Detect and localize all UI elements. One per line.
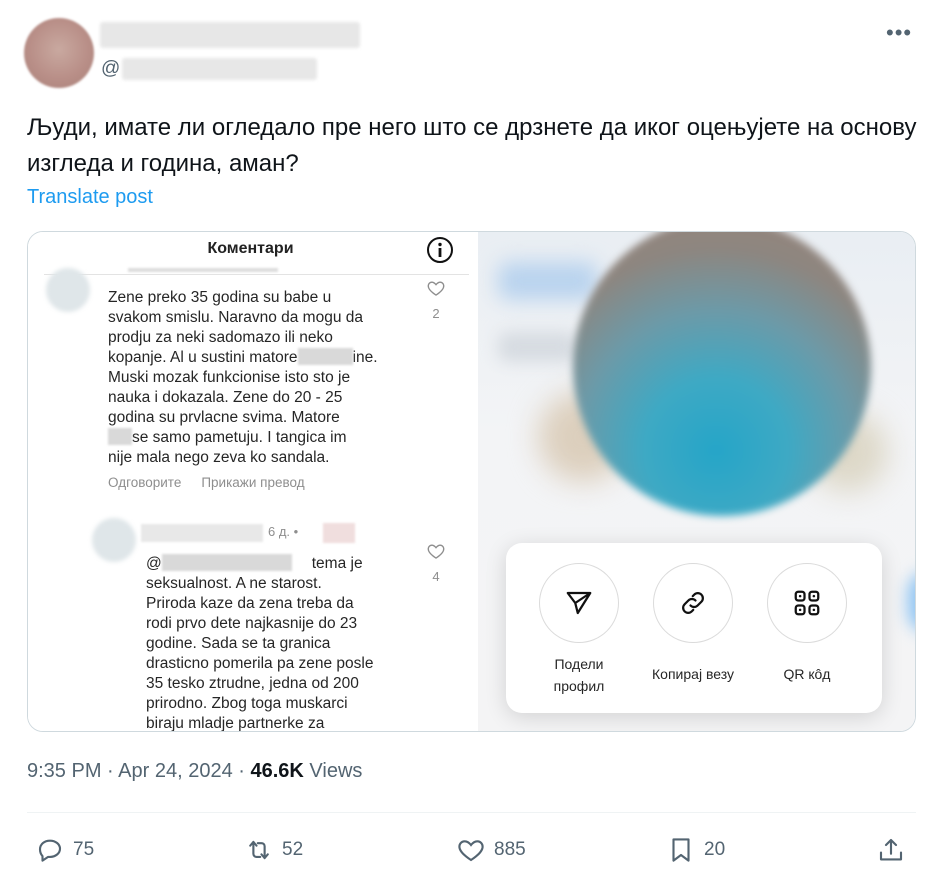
comment-text-part: tema je: [311, 555, 363, 572]
comment-text-part: se samo pametuju. I tangica im nije mala…: [108, 429, 347, 466]
commenter-avatar: [92, 518, 136, 562]
tweet-text: Људи, имате ли огледало пре него што се …: [27, 114, 917, 177]
share-profile-label: Подели профил: [524, 653, 634, 697]
share-profile-label-line2: профил: [553, 678, 605, 694]
author-handle[interactable]: @: [101, 58, 318, 80]
author-avatar[interactable]: [24, 18, 94, 88]
reply-label: Одговорите: [108, 475, 182, 490]
show-translation-label: Прикажи превод: [201, 475, 305, 490]
handle-prefix: @: [101, 58, 121, 79]
heart-icon: [427, 544, 445, 559]
blurred-element: [498, 332, 578, 362]
author-name-redacted[interactable]: [100, 22, 360, 48]
action-bar: 75 52 885 20: [0, 830, 940, 874]
translate-post-link[interactable]: Translate post: [27, 186, 153, 209]
comment-text: Zene preko 35 godina su babe u svakom sm…: [108, 288, 428, 468]
send-icon: [566, 591, 592, 615]
like-count: 4: [432, 569, 440, 584]
bookmark-count: 20: [704, 839, 726, 860]
share-sheet: Подели профил Копирај везу QR кôд: [506, 543, 882, 713]
repost-count: 52: [282, 839, 304, 860]
comment-text-part: ine.: [352, 349, 378, 366]
mention-prefix: @: [146, 555, 162, 572]
divider: [27, 812, 916, 813]
more-options-icon[interactable]: •••: [886, 20, 912, 46]
redacted-word: [297, 348, 353, 365]
tweet-timestamp: 9:35 PM · Apr 24, 2024 · 46.6K Views: [27, 760, 362, 783]
bookmark-icon: [672, 838, 690, 862]
qr-code-option: QR кôд: [752, 563, 862, 685]
separator: ·: [101, 760, 119, 782]
reply-mention-line: @ tema je: [146, 554, 426, 574]
handle-redacted: [122, 58, 318, 80]
blurred-element: [498, 262, 598, 300]
time-link[interactable]: 9:35 PM: [27, 760, 101, 782]
share-profile-label-line1: Подели: [554, 656, 604, 672]
comments-screenshot: Коментари Zene preko 35 godina su babe u…: [28, 232, 478, 732]
comment-meta: 6 д. •: [268, 524, 299, 539]
heart-icon: [427, 281, 445, 296]
date-link[interactable]: Apr 24, 2024: [118, 760, 233, 782]
info-icon: [427, 237, 453, 263]
share-icon: [879, 838, 903, 861]
like-count: 2: [432, 306, 440, 321]
qr-code-icon: [794, 590, 820, 616]
commenter-name-redacted: [141, 524, 263, 542]
reply-text: seksualnost. A ne starost. Priroda kaze …: [146, 575, 374, 732]
like-count: 885: [494, 839, 526, 860]
tweet-media-image[interactable]: Коментари Zene preko 35 godina su babe u…: [27, 231, 916, 732]
comment-text-part: Muski mozak funkcionise isto sto je nauk…: [108, 369, 351, 426]
like-button[interactable]: 885: [456, 835, 526, 865]
commenter-avatar: [46, 268, 90, 312]
copy-link-option: Копирај везу: [638, 563, 748, 685]
copy-link-label: Копирај везу: [652, 666, 734, 682]
share-profile-option: Подели профил: [524, 563, 634, 697]
reply-icon: [38, 839, 62, 862]
redacted-word: [108, 428, 132, 445]
comment-actions: Одговорите Прикажи превод: [108, 475, 305, 490]
heart-icon: [458, 840, 484, 862]
redacted-meta: [323, 523, 355, 543]
link-icon: [682, 592, 704, 614]
reply-count: 75: [73, 839, 95, 860]
bookmark-button[interactable]: 20: [666, 835, 725, 865]
comments-title: Коментари: [207, 240, 294, 257]
repost-button[interactable]: 52: [244, 835, 303, 865]
redacted-mention: [161, 554, 292, 571]
views-count: 46.6K: [250, 760, 304, 782]
blurred-profile-photo: [573, 232, 871, 516]
views-label: Views: [303, 760, 363, 782]
repost-icon: [249, 840, 269, 860]
share-button[interactable]: [876, 835, 906, 865]
separator: ·: [232, 760, 251, 782]
reply-button[interactable]: 75: [35, 835, 94, 865]
cut-off-row: [128, 268, 278, 272]
blurred-element: [908, 572, 915, 632]
divider: [44, 274, 469, 275]
qr-code-label: QR кôд: [783, 666, 831, 682]
